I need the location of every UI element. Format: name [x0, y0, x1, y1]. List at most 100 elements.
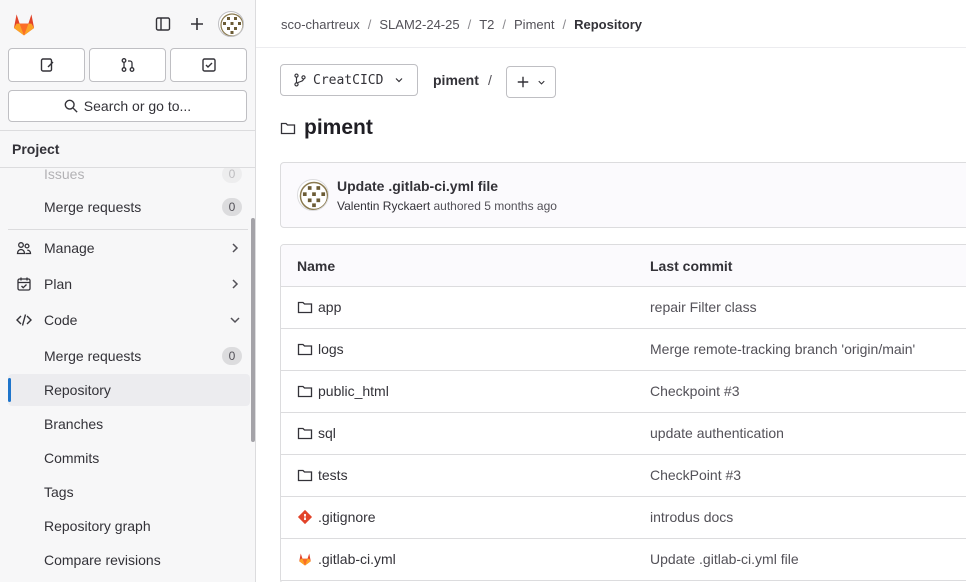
sidebar-item-label: Plan	[44, 276, 73, 292]
table-row[interactable]: tests CheckPoint #3	[281, 455, 966, 497]
sidebar-item-repository[interactable]: Repository	[8, 374, 250, 406]
sidebar-item-label: Tags	[44, 484, 74, 500]
file-name: sql	[318, 425, 336, 441]
users-icon	[16, 240, 32, 256]
breadcrumb-item[interactable]: sco-chartreux	[281, 17, 360, 32]
file-name: .gitlab-ci.yml	[318, 551, 396, 567]
breadcrumb-separator: /	[367, 17, 372, 32]
sidebar-item-repository-graph[interactable]: Repository graph	[0, 510, 250, 542]
file-link[interactable]: logs	[297, 341, 344, 357]
breadcrumb-item[interactable]: Piment	[514, 17, 554, 32]
chevron-right-icon	[228, 240, 242, 256]
page-title: piment	[304, 116, 373, 139]
column-header-last-commit: Last commit	[650, 258, 733, 274]
branch-selector[interactable]: CreatCICD	[280, 64, 418, 96]
divider	[8, 229, 248, 230]
file-link[interactable]: .gitignore	[297, 509, 376, 525]
merge-request-icon	[120, 57, 136, 73]
count-badge: 0	[222, 347, 242, 365]
column-header-name: Name	[297, 258, 336, 274]
commit-message-link[interactable]: CheckPoint #3	[650, 467, 741, 483]
calendar-icon	[16, 276, 32, 292]
table-row[interactable]: app repair Filter class	[281, 287, 966, 329]
chevron-down-icon	[536, 77, 547, 88]
sidebar-item-code[interactable]: Code	[0, 304, 250, 336]
path-root-link[interactable]: piment	[433, 72, 479, 88]
todo-shortcut-button[interactable]	[170, 48, 247, 82]
commit-meta: Valentin Ryckaert authored 5 months ago	[337, 199, 557, 213]
issues-shortcut-button[interactable]	[8, 48, 85, 82]
search-label: Search or go to...	[83, 98, 192, 114]
file-link[interactable]: app	[297, 299, 341, 315]
sidebar-item-label: Merge requests	[44, 348, 142, 364]
main-content: sco-chartreux / SLAM2-24-25 / T2 / Pimen…	[256, 0, 966, 582]
add-file-dropdown[interactable]	[506, 66, 556, 98]
commit-author-link[interactable]: Valentin Ryckaert	[337, 199, 430, 213]
folder-icon	[297, 383, 313, 399]
breadcrumb-separator: /	[562, 17, 567, 32]
table-row[interactable]: logs Merge remote-tracking branch 'origi…	[281, 329, 966, 371]
sidebar-item-label: Merge requests	[44, 199, 142, 215]
branch-name: CreatCICD	[313, 72, 384, 88]
sidebar-toggle-icon[interactable]	[150, 11, 176, 37]
avatar[interactable]	[297, 179, 329, 211]
commit-message-link[interactable]: Checkpoint #3	[650, 383, 740, 399]
active-indicator	[8, 378, 11, 402]
divider	[256, 47, 966, 48]
sidebar-item-label: Manage	[44, 240, 95, 256]
sidebar-item-label: Code	[44, 312, 78, 328]
sidebar-item-label: Branches	[44, 416, 104, 432]
commit-message-link[interactable]: introdus docs	[650, 509, 733, 525]
sidebar-item-manage[interactable]: Manage	[0, 232, 250, 264]
folder-icon	[297, 341, 313, 357]
sidebar-item-commits[interactable]: Commits	[0, 442, 250, 474]
gitlab-logo-icon[interactable]	[10, 10, 38, 38]
sidebar: Search or go to... Project Issues 0 Merg…	[0, 0, 256, 582]
table-row[interactable]: .gitlab-ci.yml Update .gitlab-ci.yml fil…	[281, 539, 966, 581]
plus-icon	[516, 75, 530, 89]
commit-message-link[interactable]: Update .gitlab-ci.yml file	[650, 551, 799, 567]
commit-time: 5 months ago	[484, 199, 557, 213]
issues-icon	[39, 57, 55, 73]
breadcrumb-item[interactable]: T2	[479, 17, 494, 32]
breadcrumb: sco-chartreux / SLAM2-24-25 / T2 / Pimen…	[281, 17, 642, 32]
folder-icon	[280, 120, 296, 136]
file-link[interactable]: public_html	[297, 383, 389, 399]
table-row[interactable]: sql update authentication	[281, 413, 966, 455]
file-link[interactable]: sql	[297, 425, 336, 441]
file-link[interactable]: .gitlab-ci.yml	[297, 551, 396, 567]
sidebar-item-branches[interactable]: Branches	[0, 408, 250, 440]
commit-action: authored	[433, 199, 481, 213]
branch-icon	[293, 73, 307, 87]
commit-message-link[interactable]: repair Filter class	[650, 299, 757, 315]
commit-message-link[interactable]: Merge remote-tracking branch 'origin/mai…	[650, 341, 915, 357]
sidebar-item-code-merge-requests[interactable]: Merge requests 0	[0, 340, 250, 372]
sidebar-item-tags[interactable]: Tags	[0, 476, 250, 508]
sidebar-scrollbar[interactable]	[251, 218, 255, 442]
folder-icon	[297, 299, 313, 315]
breadcrumb-separator: /	[502, 17, 507, 32]
commit-title-link[interactable]: Update .gitlab-ci.yml file	[337, 178, 498, 194]
commit-message-link[interactable]: update authentication	[650, 425, 784, 441]
breadcrumb-item[interactable]: SLAM2-24-25	[379, 17, 459, 32]
breadcrumb-current[interactable]: Repository	[574, 17, 642, 32]
file-name: public_html	[318, 383, 389, 399]
page-title-row: piment	[280, 116, 373, 140]
user-avatar[interactable]	[218, 11, 244, 37]
file-name: tests	[318, 467, 348, 483]
search-button[interactable]: Search or go to...	[8, 90, 247, 122]
sidebar-section-title: Project	[0, 130, 255, 168]
sidebar-item-plan[interactable]: Plan	[0, 268, 250, 300]
sidebar-item-label: Repository graph	[44, 518, 151, 534]
merge-requests-shortcut-button[interactable]	[89, 48, 166, 82]
sidebar-item-label: Commits	[44, 450, 100, 466]
table-header: Name Last commit	[281, 245, 966, 287]
gitlab-logo-icon	[297, 551, 313, 567]
sidebar-item-label: Issues	[44, 166, 85, 182]
table-row[interactable]: public_html Checkpoint #3	[281, 371, 966, 413]
plus-icon[interactable]	[184, 11, 210, 37]
sidebar-item-merge-requests[interactable]: Merge requests 0	[0, 191, 250, 223]
table-row[interactable]: .gitignore introdus docs	[281, 497, 966, 539]
sidebar-item-compare-revisions[interactable]: Compare revisions	[0, 544, 250, 576]
file-link[interactable]: tests	[297, 467, 348, 483]
